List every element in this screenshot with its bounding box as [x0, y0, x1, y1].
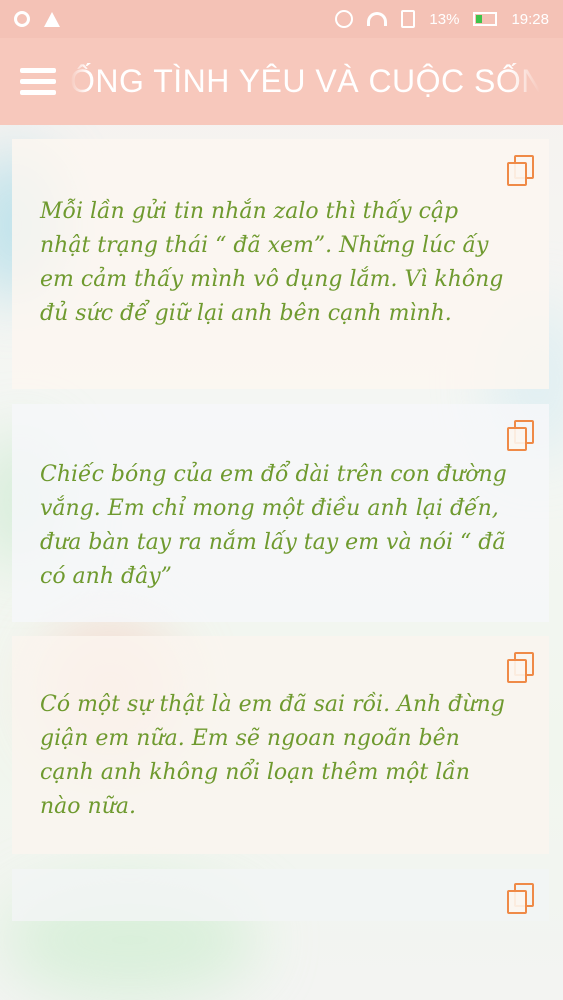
copy-icon[interactable] — [507, 652, 534, 683]
app-title: ỐNG TÌNH YÊU VÀ CUỘC SỐNG — [70, 63, 563, 99]
copy-icon[interactable] — [507, 155, 534, 186]
copy-icon[interactable] — [507, 883, 534, 914]
clock: 19:28 — [511, 10, 549, 28]
quote-card[interactable]: Mỗi lần gửi tin nhắn zalo thì thấy cập n… — [12, 139, 549, 389]
quote-text: Có một sự thật là em đã sai rồi. Anh đừn… — [40, 692, 505, 819]
quote-card[interactable]: Có một sự thật là em đã sai rồi. Anh đừn… — [12, 636, 549, 854]
quote-list: Mỗi lần gửi tin nhắn zalo thì thấy cập n… — [0, 125, 563, 1000]
notification-icon — [14, 11, 30, 27]
hamburger-menu-icon[interactable] — [0, 38, 76, 125]
status-bar: 13% 19:28 — [0, 0, 563, 38]
quote-text: Mỗi lần gửi tin nhắn zalo thì thấy cập n… — [40, 199, 504, 326]
wifi-icon — [367, 12, 388, 26]
quote-card[interactable]: Chiếc bóng của em đổ dài trên con đường … — [12, 404, 549, 622]
copy-icon[interactable] — [507, 420, 534, 451]
app-bar: ỐNG TÌNH YÊU VÀ CUỘC SỐNG — [0, 38, 563, 125]
battery-percent: 13% — [429, 10, 460, 28]
battery-icon — [473, 12, 498, 26]
sync-icon — [335, 10, 354, 28]
quote-card[interactable] — [12, 869, 549, 921]
warning-icon — [44, 11, 60, 27]
sim-icon — [401, 10, 416, 28]
quote-text: Chiếc bóng của em đổ dài trên con đường … — [40, 462, 507, 589]
